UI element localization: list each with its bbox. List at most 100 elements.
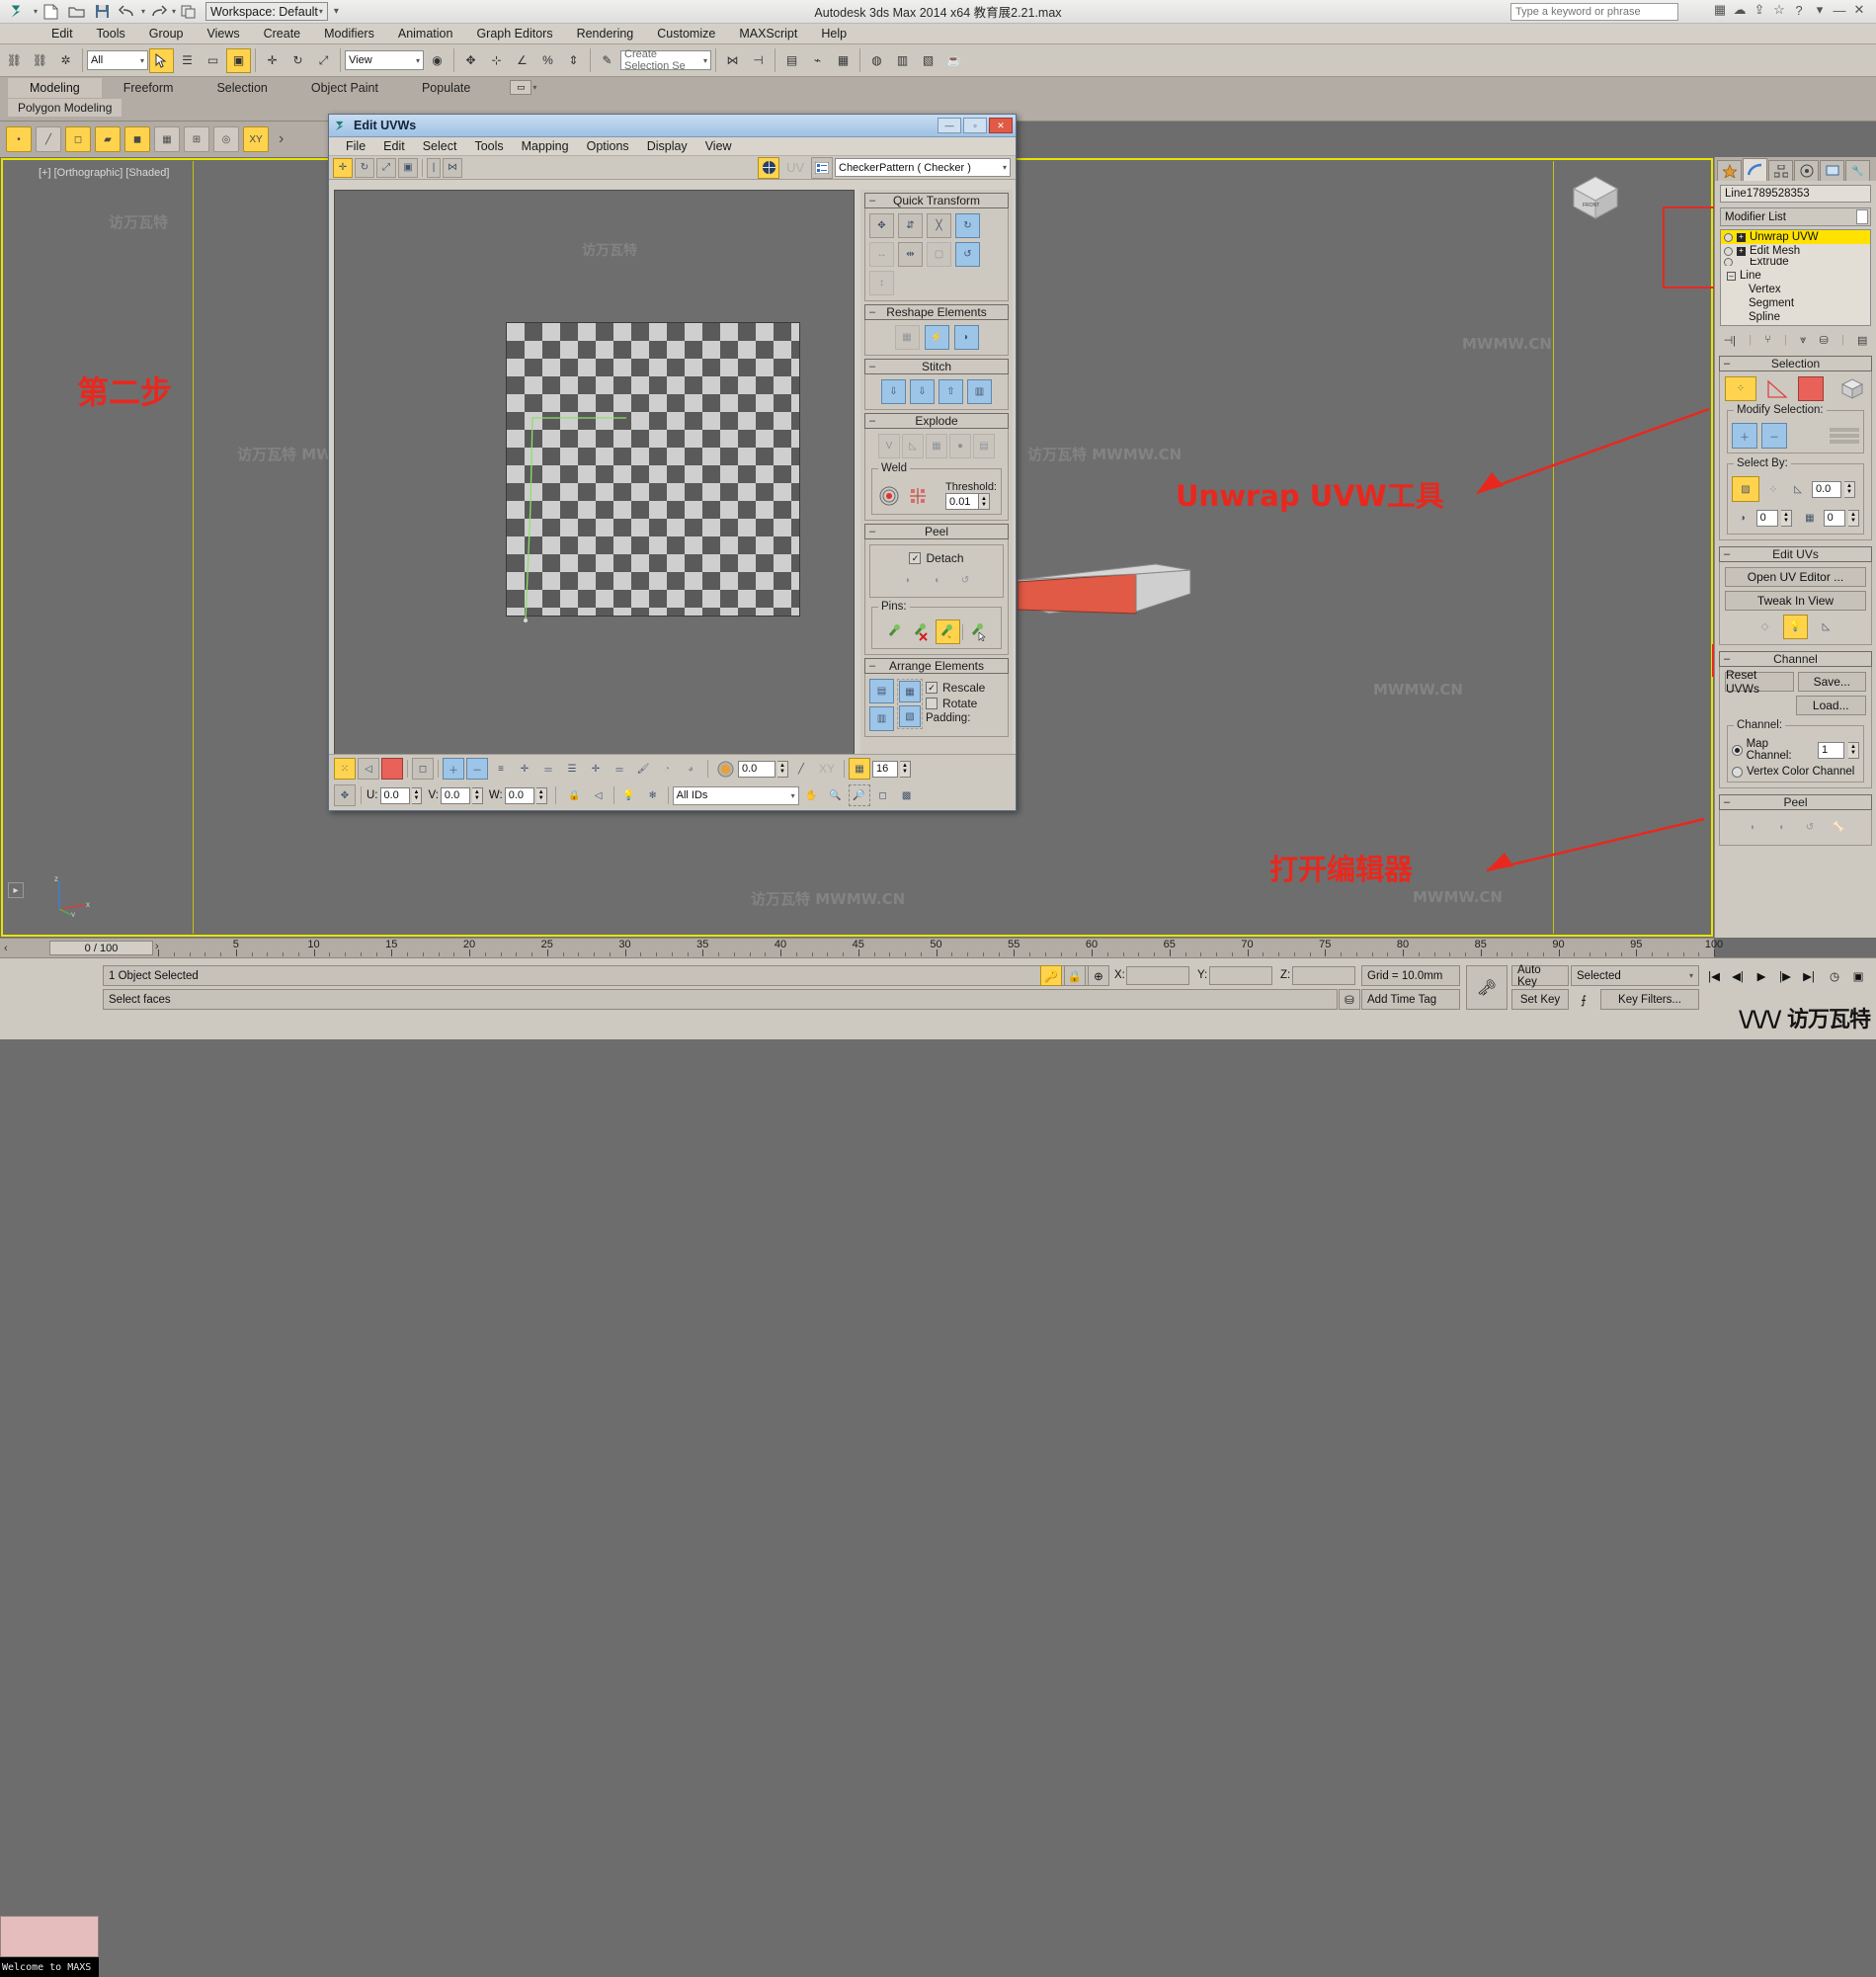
goto-start-icon[interactable]: |◀ [1703,965,1725,986]
planar-angle-spinner[interactable]: ▲ ▼ [1844,480,1855,498]
graph-editor-icon[interactable]: ⌁ [805,47,830,73]
poly-edge-icon[interactable]: ╱ [36,126,61,152]
uv-shell-edges[interactable] [453,319,750,655]
menu-item-animation[interactable]: Animation [386,25,465,42]
window-minimize-button[interactable]: — [1831,3,1848,18]
material-id-spinner[interactable]: ▲ ▼ [1848,509,1859,527]
uv-show-map-on-icon[interactable]: 💡 [1783,615,1808,639]
percent-snap-icon[interactable]: % [535,47,560,73]
zoom-extents-all-icon[interactable]: ▣ [1847,965,1869,986]
poly-vertex-icon[interactable]: • [6,126,32,152]
qt-rotate-90-ccw-icon[interactable]: ↺ [955,242,980,267]
ribbon-tab-freeform[interactable]: Freeform [102,78,196,98]
arrange-pack-custom-icon[interactable]: ▤ [869,679,894,703]
select-by-name-icon[interactable]: ☰ [175,47,200,73]
select-link-icon[interactable]: ⛓ [2,47,27,73]
pin-remove-icon[interactable] [909,619,934,644]
qt-straighten-icon[interactable]: ╳ [927,213,951,238]
help-icon[interactable]: ? [1790,3,1808,18]
contract-selection-icon[interactable]: － [1761,423,1787,449]
menu-item-create[interactable]: Create [252,25,313,42]
map-channel-input[interactable]: 1 [1817,741,1845,759]
base-object-row[interactable]: – Line [1727,269,1870,283]
time-tag-icon[interactable]: ⛁ [1339,989,1360,1010]
ribbon-expand-chevron-icon[interactable]: › [279,130,284,148]
save-channel-button[interactable]: Save... [1797,672,1866,692]
named-selection-set-dropdown[interactable]: Create Selection Se ▾ [620,48,711,72]
select-object-icon[interactable] [149,47,174,73]
poly-polygon-icon[interactable]: ▰ [95,126,121,152]
uvw-falloff-spinner[interactable]: ▲ ▼ [777,760,788,778]
key-mode-toggle-icon[interactable]: 🗝 [1466,965,1508,1010]
stitch-selected-icon[interactable]: ⇩ [881,379,906,404]
explode-by-material-icon[interactable]: ● [949,434,971,458]
peel-quick-peel-icon[interactable]: ◖ [925,568,949,593]
stitch-custom-icon[interactable]: ⇩ [910,379,935,404]
select-by-material-id-icon[interactable]: ▦ [1799,506,1821,530]
uvw-show-hidden-edges-icon[interactable]: 💡 [618,784,640,806]
menu-item-maxscript[interactable]: MAXScript [727,25,809,42]
uvw-w-input[interactable]: 0.0 [504,786,534,804]
menu-item-modifiers[interactable]: Modifiers [312,25,386,42]
undo-icon[interactable] [115,1,140,23]
cmd-peel-quick-icon[interactable]: ◖ [1769,815,1794,840]
expand-plus-icon[interactable]: + [1737,246,1746,256]
modifier-row-extrude[interactable]: Extrude [1721,258,1870,266]
uv-show-seams-icon[interactable]: ◺ [1814,615,1838,639]
uvw-rotate-icon[interactable]: ↻ [355,157,374,178]
uvw-minimize-button[interactable]: — [938,118,961,133]
sub-object-segment[interactable]: Segment [1727,296,1870,310]
pin-filter-icon[interactable] [935,619,960,644]
menu-item-rendering[interactable]: Rendering [565,25,646,42]
cmd-peel-pelt-map-icon[interactable]: 🦴 [1827,815,1851,840]
uvw-sub-edge-icon[interactable]: ◁ [358,758,379,780]
weld-threshold-spinner[interactable]: ▲ ▼ [979,493,990,510]
unlink-icon[interactable]: ⛓ [28,47,52,73]
select-and-manipulate-icon[interactable]: ✥ [458,47,483,73]
open-uv-editor-button[interactable]: Open UV Editor ... [1725,567,1866,587]
rollout-header-stitch[interactable]: – Stitch [864,359,1009,374]
material-editor-icon[interactable]: ◍ [864,47,889,73]
explode-break-icon[interactable]: V [878,434,900,458]
edit-named-selection-sets-icon[interactable]: ✎ [595,47,619,73]
uvw-falloff-curve-icon[interactable]: ╱ [790,758,812,780]
stitch-target-icon[interactable]: ▥ [967,379,992,404]
save-icon[interactable] [89,1,115,23]
uvw-ring-grow-icon[interactable]: ✛ [585,758,607,780]
collapse-minus-icon[interactable]: – [1727,271,1736,281]
track-prev-key-icon[interactable]: ‹ [4,943,8,954]
sub-object-spline[interactable]: Spline [1727,310,1870,324]
uvw-paint-select-inc-icon[interactable]: ◔ [656,758,678,780]
uvw-menu-select[interactable]: Select [414,138,466,154]
uvw-zoom-extents-selected-icon[interactable]: ▩ [896,784,918,806]
modifier-row-unwrap-uvw[interactable]: + Unwrap UVW [1721,230,1870,244]
modifier-stack[interactable]: + Unwrap UVW + Edit Mesh Extrude – Line … [1720,229,1871,326]
command-tab-hierarchy[interactable] [1768,160,1793,181]
re-quick-peel-icon[interactable]: ⚡ [924,325,949,350]
select-and-scale-icon[interactable]: ⤢ [311,47,336,73]
ribbon-tab-object-paint[interactable]: Object Paint [289,78,400,98]
modifier-row-edit-mesh[interactable]: + Edit Mesh [1721,244,1870,258]
add-time-tag-button[interactable]: Add Time Tag [1361,989,1460,1010]
symmetry-icon[interactable]: ⊞ [184,126,209,152]
uvw-grow-selection-icon[interactable]: ＋ [443,758,464,780]
select-ring-icon[interactable] [1830,428,1859,432]
select-all-icon[interactable] [1830,440,1859,444]
uvw-menu-file[interactable]: File [337,138,374,154]
render-setup-icon[interactable]: ▥ [890,47,915,73]
sub-object-vertex[interactable]: Vertex [1727,283,1870,296]
material-id-input[interactable]: 0 [1823,509,1846,527]
key-mode-dropdown[interactable]: Selected ▾ [1571,965,1699,986]
cmd-peel-pelt-icon[interactable]: ◗ [1741,815,1765,840]
uvw-zoom-extents-icon[interactable]: ◻ [872,784,894,806]
rollout-header-peel[interactable]: – Peel [864,524,1009,539]
timeline-ruler[interactable]: 5 10 15 20 25 30 35 40 45 50 55 60 65 70 75 80 85 90 95 100 [158,939,1723,958]
vertex-color-channel-radio[interactable] [1732,766,1743,778]
auto-key-button[interactable]: Auto Key [1511,964,1569,988]
select-loop-icon[interactable] [1830,434,1859,438]
rollout-header-explode[interactable]: – Explode [864,413,1009,429]
uvw-close-button[interactable]: ✕ [989,118,1013,133]
reference-coordinate-dropdown[interactable]: View ▾ [345,50,424,70]
model-geometry[interactable] [1017,552,1191,621]
project-folder-icon[interactable] [176,1,202,23]
